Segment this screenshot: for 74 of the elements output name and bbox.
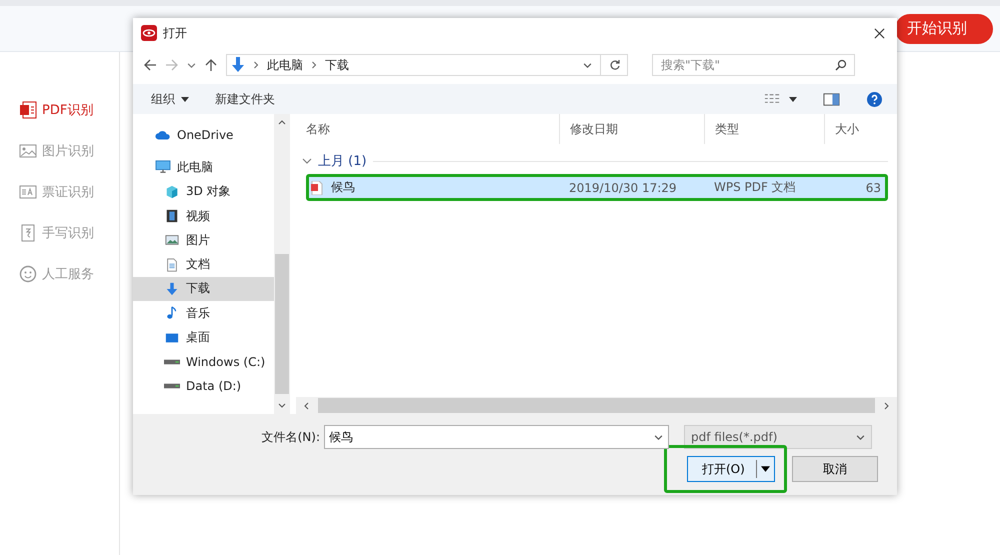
- open-button[interactable]: 打开(O): [687, 456, 775, 482]
- search-field[interactable]: 搜索"下载": [652, 54, 855, 76]
- nav-item[interactable]: 图片: [133, 228, 274, 252]
- caret-icon: [761, 466, 770, 472]
- handwriting-icon: [19, 224, 37, 242]
- nav-item[interactable]: Windows (C:): [133, 350, 274, 374]
- caret-icon[interactable]: [789, 96, 797, 102]
- smiley-icon: [19, 264, 37, 282]
- app-logo-icon: [141, 25, 157, 41]
- file-name-field[interactable]: 候鸟: [324, 425, 669, 449]
- dialog-title: 打开: [163, 24, 187, 42]
- image-icon: [19, 142, 37, 160]
- image-icon: [164, 233, 180, 248]
- column-header[interactable]: 类型: [705, 114, 825, 144]
- chevron-down-icon[interactable]: [654, 433, 663, 442]
- file-name-label: 文件名(N):: [260, 428, 321, 446]
- nav-item[interactable]: 桌面: [133, 325, 274, 350]
- toolbar-button[interactable]: 新建文件夹: [215, 90, 275, 108]
- chevron-right-icon: [253, 61, 259, 69]
- table-cell-text: WPS PDF 文档: [713, 179, 797, 196]
- nav-item[interactable]: Data (D:): [133, 374, 274, 398]
- nav-item[interactable]: 音乐: [133, 301, 274, 326]
- up-arrow-icon[interactable]: [204, 58, 218, 72]
- caret-icon: [181, 96, 189, 102]
- chevron-down-icon[interactable]: [302, 158, 312, 164]
- file-row[interactable]: 候鸟 2019/10/30 17:29 WPS PDF 文档 63: [306, 174, 888, 201]
- id-card-icon: [19, 182, 37, 200]
- breadcrumb-item[interactable]: 下载: [325, 56, 349, 74]
- pdf-icon: [19, 100, 37, 118]
- start-recognition-button[interactable]: 开始识别: [895, 14, 993, 44]
- chevron-right-icon: [311, 61, 317, 69]
- close-icon[interactable]: [874, 28, 885, 38]
- search-icon[interactable]: [835, 59, 847, 71]
- column-header[interactable]: 修改日期: [560, 114, 705, 144]
- scrollbar-thumb[interactable]: [318, 398, 875, 413]
- file-type-dropdown[interactable]: pdf files(*.pdf): [684, 425, 872, 449]
- back-arrow-icon[interactable]: [143, 58, 157, 72]
- nav-item[interactable]: 此电脑: [133, 155, 274, 180]
- chevron-down-icon[interactable]: [187, 60, 196, 70]
- breadcrumb-item[interactable]: 此电脑: [267, 56, 303, 74]
- nav-item[interactable]: 3D 对象: [133, 180, 274, 204]
- pdf-file-icon: [311, 180, 323, 194]
- cloud-icon: [155, 128, 171, 142]
- desktop-icon: [164, 330, 180, 345]
- chevron-down-icon[interactable]: [583, 60, 592, 70]
- download-arrow-icon: [231, 57, 245, 73]
- cube-icon: [164, 184, 180, 199]
- sidebar-item[interactable]: PDF识别: [0, 89, 119, 130]
- film-icon: [164, 209, 180, 224]
- scroll-right-icon[interactable]: [883, 402, 891, 410]
- preview-pane-icon[interactable]: [823, 92, 840, 106]
- download-arrow-icon: [164, 282, 180, 296]
- scroll-left-icon[interactable]: [302, 402, 310, 410]
- nav-item[interactable]: 视频: [133, 204, 274, 228]
- column-header[interactable]: 大小: [825, 114, 897, 144]
- table-cell-text: 63: [864, 180, 882, 194]
- file-name: 候鸟: [331, 179, 355, 196]
- group-header[interactable]: 上月 (1): [318, 152, 367, 170]
- nav-item[interactable]: 下载: [133, 276, 274, 302]
- nav-item[interactable]: 文档: [133, 252, 274, 277]
- cancel-button[interactable]: 取消: [792, 456, 878, 482]
- nav-item[interactable]: OneDrive: [133, 123, 274, 148]
- document-icon: [164, 258, 180, 272]
- help-icon[interactable]: [866, 92, 883, 106]
- scrollbar-thumb[interactable]: [275, 254, 289, 394]
- column-header[interactable]: 名称: [296, 114, 560, 144]
- scroll-up-icon[interactable]: [278, 118, 286, 126]
- address-bar[interactable]: 此电脑 下载: [226, 54, 628, 76]
- table-cell-text: 2019/10/30 17:29: [568, 180, 678, 194]
- monitor-icon: [155, 160, 171, 174]
- scroll-down-icon[interactable]: [278, 402, 286, 410]
- toolbar-button[interactable]: 组织: [151, 90, 189, 108]
- refresh-icon[interactable]: [609, 59, 621, 71]
- chevron-down-icon: [856, 432, 865, 442]
